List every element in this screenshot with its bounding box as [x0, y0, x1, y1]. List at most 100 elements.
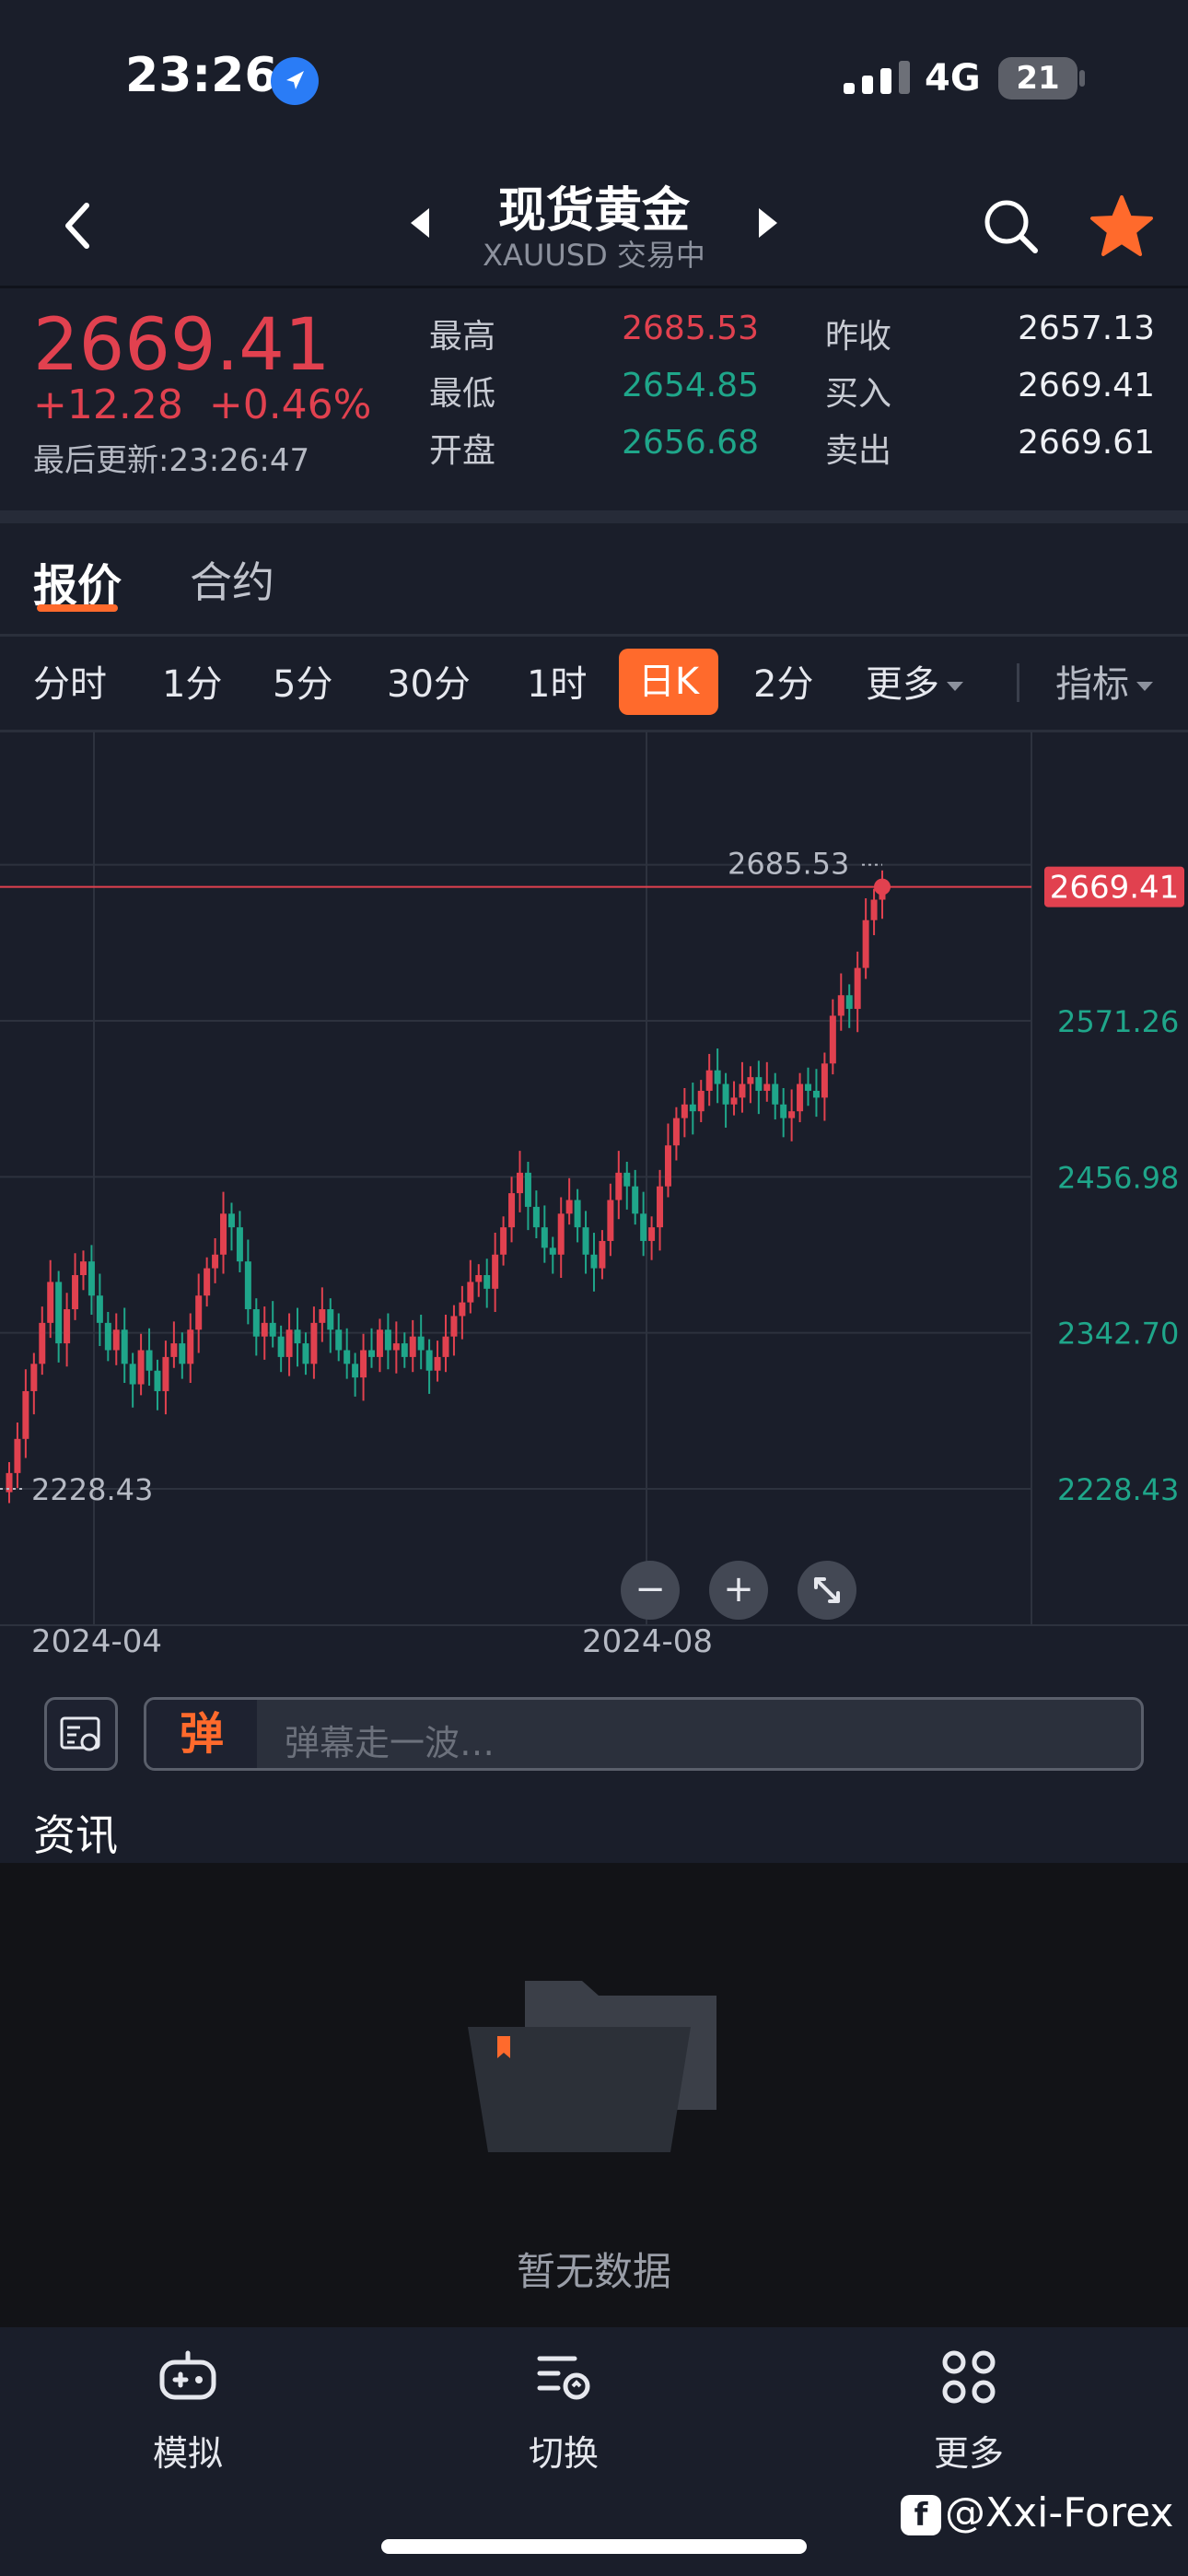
zoom-out-button[interactable]: −	[621, 1561, 680, 1620]
candle-body	[417, 1336, 425, 1351]
candle-body	[574, 1200, 581, 1228]
candle-body	[236, 1227, 243, 1262]
candle-body	[204, 1268, 211, 1296]
period-2min[interactable]: 2分	[753, 654, 813, 708]
danmaku-tag-icon: 弹	[146, 1700, 257, 1768]
expand-icon	[814, 1577, 840, 1603]
candle-body	[220, 1213, 227, 1255]
candle-body	[162, 1356, 169, 1391]
news-section-title: 资讯	[33, 1810, 118, 1860]
nav-simulate-label: 模拟	[152, 2433, 223, 2474]
period-more-label: 更多	[866, 663, 939, 706]
tab-contract[interactable]: 合约	[190, 549, 274, 610]
indicator-menu[interactable]: 指标	[1055, 654, 1153, 708]
candle-body	[508, 1193, 516, 1228]
candle-body	[697, 1090, 705, 1112]
candle-body	[607, 1200, 614, 1241]
candle-body	[327, 1309, 334, 1330]
stat-low-value: 2654.85	[622, 367, 759, 404]
period-30min[interactable]: 30分	[387, 654, 471, 708]
candle-body	[689, 1104, 696, 1112]
candle-body	[154, 1370, 161, 1391]
candle-body	[227, 1213, 235, 1228]
candle-body	[269, 1322, 276, 1337]
favorite-star-icon[interactable]	[1089, 193, 1155, 260]
candle-body	[475, 1274, 483, 1282]
candle-body	[599, 1240, 606, 1269]
candle-body	[797, 1083, 804, 1112]
candle-body	[195, 1295, 203, 1330]
y-tick-label: 2571.26	[1057, 1004, 1179, 1039]
header-divider	[0, 286, 1188, 288]
candle-body	[821, 1063, 828, 1098]
period-daily-k[interactable]: 日K	[619, 649, 718, 715]
x-tick-label: 2024-08	[582, 1623, 714, 1660]
tab-divider	[0, 634, 1188, 637]
candle-body	[459, 1302, 466, 1317]
candle-body	[401, 1343, 408, 1357]
period-1min[interactable]: 1分	[162, 654, 222, 708]
watermark-text: @Xxi-Forex	[945, 2489, 1174, 2536]
candle-body	[524, 1172, 531, 1207]
candle-body	[557, 1213, 565, 1255]
candle-body	[681, 1104, 688, 1118]
battery-level: 21	[1016, 60, 1060, 97]
period-more[interactable]: 更多	[866, 654, 963, 708]
nav-simulate[interactable]: 模拟	[96, 2346, 280, 2476]
candle-body	[739, 1083, 746, 1098]
x-tick-label: 2024-04	[31, 1623, 163, 1660]
danmaku-input[interactable]: 弹 弹幕走一波…	[144, 1697, 1144, 1771]
candle-body	[492, 1254, 499, 1289]
period-separator	[1017, 663, 1019, 702]
period-timeshare[interactable]: 分时	[33, 654, 107, 708]
nav-more-label: 更多	[933, 2433, 1004, 2474]
stat-open-label: 开盘	[429, 432, 496, 470]
next-instrument-icon[interactable]	[759, 208, 777, 238]
period-1hour[interactable]: 1时	[527, 654, 587, 708]
chart-candles	[0, 863, 886, 1504]
home-indicator[interactable]	[381, 2539, 807, 2554]
candle-body	[772, 1083, 779, 1105]
candle-body	[22, 1390, 29, 1439]
candle-body	[409, 1336, 416, 1357]
y-tick-label: 2342.70	[1057, 1317, 1179, 1352]
nav-switch[interactable]: 切换	[472, 2346, 656, 2476]
candle-body	[187, 1329, 194, 1364]
candle-body	[648, 1227, 656, 1241]
candle-body	[384, 1329, 391, 1351]
candle-body	[788, 1111, 796, 1118]
candle-body	[14, 1438, 21, 1473]
change-percent: +0.46%	[208, 381, 372, 428]
candle-body	[780, 1104, 787, 1118]
candle-body	[39, 1322, 46, 1364]
candle-body	[763, 1083, 771, 1091]
zoom-in-button[interactable]: +	[709, 1561, 768, 1620]
period-5min[interactable]: 5分	[273, 654, 332, 708]
min-price-label: 2228.43	[31, 1472, 153, 1507]
status-bar: 23:26 4G 21	[0, 0, 1188, 147]
candle-body	[352, 1364, 359, 1378]
indicator-label: 指标	[1055, 663, 1129, 706]
current-price: 2669.41	[33, 304, 331, 387]
candle-body	[30, 1364, 38, 1391]
candlestick-chart[interactable]: 2669.41 2571.26 2456.98 2342.70 2228.43 …	[0, 732, 1188, 1653]
location-arrow-icon	[271, 57, 319, 105]
candle-body	[442, 1336, 449, 1357]
candle-body	[450, 1316, 458, 1337]
candle-body	[516, 1172, 523, 1194]
candle-body	[137, 1350, 145, 1385]
stat-high-value: 2685.53	[622, 310, 759, 347]
candle-body	[755, 1077, 763, 1091]
fullscreen-button[interactable]	[798, 1561, 856, 1620]
candle-body	[870, 899, 878, 920]
search-icon[interactable]	[982, 197, 1041, 256]
y-tick-label: 2456.98	[1057, 1160, 1179, 1195]
change-value: +12.28	[33, 381, 183, 428]
candle-body	[302, 1343, 309, 1364]
candle-body	[179, 1343, 186, 1364]
danmaku-settings-button[interactable]	[44, 1697, 118, 1771]
nav-more[interactable]: 更多	[877, 2346, 1061, 2476]
candle-body	[87, 1261, 95, 1296]
candle-body	[590, 1254, 598, 1269]
candle-body	[55, 1282, 63, 1344]
